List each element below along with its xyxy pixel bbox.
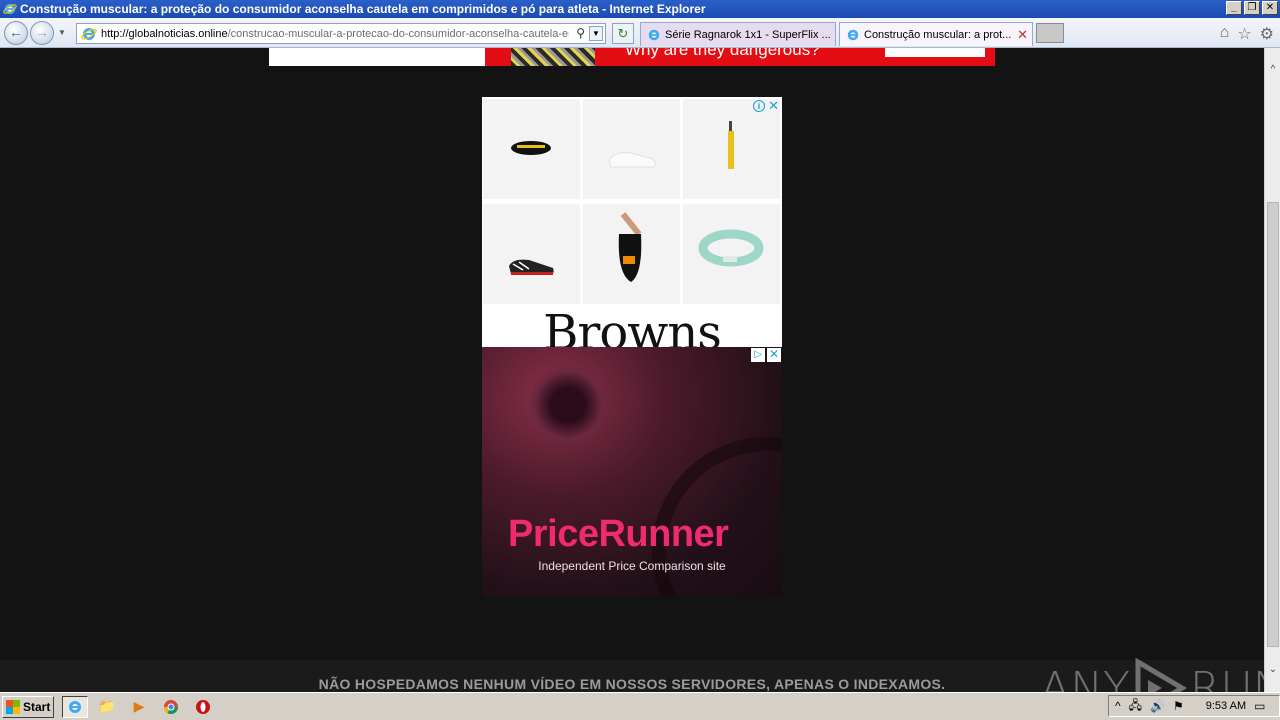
arrow-left-icon: ← bbox=[9, 24, 23, 40]
camera-lens-graphic bbox=[528, 365, 608, 445]
ad-brand-logo: PriceRunner bbox=[508, 513, 729, 555]
vertical-scrollbar[interactable]: ^ ⌄ bbox=[1264, 48, 1280, 692]
close-ad-icon[interactable]: ✕ bbox=[767, 348, 781, 362]
network-icon[interactable]: 🖧 bbox=[1129, 696, 1142, 717]
action-center-flag-icon[interactable]: ⚑ bbox=[1173, 699, 1184, 713]
tab-ie-icon bbox=[648, 29, 660, 40]
history-dropdown-icon[interactable]: ▼ bbox=[58, 28, 66, 37]
taskbar-ie-button[interactable] bbox=[62, 695, 88, 718]
ad-brand-logo: Browns bbox=[543, 305, 722, 347]
url-text[interactable]: http://globalnoticias.online/construcao-… bbox=[101, 28, 569, 40]
white-sneaker-image bbox=[608, 152, 656, 168]
browser-navbar: ← → ▼ http://globalnoticias.online/const… bbox=[0, 18, 1280, 48]
product-tile[interactable] bbox=[483, 99, 580, 199]
folder-icon: 📁 bbox=[98, 698, 116, 714]
refresh-icon: ↻ bbox=[617, 26, 629, 41]
windows-logo-icon bbox=[6, 699, 20, 714]
play-triangle-icon bbox=[1135, 658, 1187, 692]
start-label: Start bbox=[23, 699, 51, 714]
browser-tools: ⌂ ☆ ⚙ bbox=[1220, 24, 1274, 44]
chrome-icon bbox=[164, 699, 178, 714]
ad-tagline: Independent Price Comparison site bbox=[538, 559, 726, 573]
adchoices-icon[interactable]: ▷ bbox=[751, 348, 765, 362]
windows-taskbar: Start 📁 ▶ ^ 🖧 🔊 ⚑ 9:53 AM ▭ bbox=[0, 692, 1280, 720]
arrow-right-icon: → bbox=[35, 24, 49, 40]
gear-icon[interactable]: ⚙ bbox=[1260, 24, 1274, 44]
taskbar-opera-button[interactable] bbox=[190, 696, 216, 718]
tab-label: Construção muscular: a prot... bbox=[864, 28, 1012, 41]
taskbar-chrome-button[interactable] bbox=[158, 696, 184, 718]
show-hidden-icons-icon[interactable]: ^ bbox=[1115, 699, 1121, 713]
forward-button[interactable]: → bbox=[30, 21, 54, 45]
page-ie-icon bbox=[81, 27, 97, 40]
black-sneaker-image bbox=[509, 259, 554, 275]
start-button[interactable]: Start bbox=[2, 695, 54, 718]
browns-ad[interactable]: i ✕ Browns bbox=[482, 97, 782, 347]
tab-superflix[interactable]: Série Ragnarok 1x1 - SuperFlix ... bbox=[640, 22, 836, 46]
product-tile[interactable] bbox=[683, 99, 780, 199]
url-path: /construcao-muscular-a-protecao-do-consu… bbox=[227, 27, 569, 40]
black-crossbody-bag-image bbox=[618, 212, 642, 282]
product-tile[interactable] bbox=[583, 99, 680, 199]
top-ad-banner[interactable]: Why are they dangerous? bbox=[269, 48, 995, 66]
product-tile[interactable] bbox=[683, 204, 780, 304]
taskbar-media-player-button[interactable]: ▶ bbox=[126, 696, 152, 718]
clock[interactable]: 9:53 AM bbox=[1206, 700, 1246, 712]
close-tab-icon[interactable]: ✕ bbox=[1017, 27, 1028, 43]
close-ad-icon[interactable]: ✕ bbox=[768, 98, 779, 114]
back-button[interactable]: ← bbox=[4, 21, 28, 45]
internet-explorer-icon bbox=[69, 700, 81, 713]
scrollbar-thumb[interactable] bbox=[1267, 202, 1279, 647]
web-page: Why are they dangerous? i ✕ Browns ▷ ✕ P… bbox=[0, 48, 1264, 692]
belt-bag-image bbox=[511, 141, 551, 155]
tab-construcao-muscular[interactable]: Construção muscular: a prot... ✕ bbox=[839, 22, 1033, 46]
show-desktop-icon[interactable]: ▭ bbox=[1254, 699, 1265, 713]
scroll-down-icon[interactable]: ⌄ bbox=[1265, 662, 1280, 678]
banner-thumbnail bbox=[511, 48, 595, 66]
opera-icon bbox=[196, 699, 210, 714]
restore-button[interactable]: ❐ bbox=[1244, 1, 1260, 15]
banner-headline: Why are they dangerous? bbox=[625, 48, 820, 59]
media-player-icon: ▶ bbox=[133, 698, 145, 714]
address-dropdown-icon[interactable]: ▼ bbox=[589, 26, 603, 41]
window-controls: _ ❐ ✕ bbox=[1226, 1, 1278, 15]
ad-info-icon[interactable]: i bbox=[753, 100, 765, 112]
watermark-right-text: RUN bbox=[1189, 662, 1264, 693]
taskbar-explorer-button[interactable]: 📁 bbox=[94, 696, 120, 718]
product-tile[interactable] bbox=[483, 204, 580, 304]
url-domain: http://globalnoticias.online bbox=[101, 27, 228, 40]
tab-ie-icon bbox=[847, 29, 859, 40]
favorites-star-icon[interactable]: ☆ bbox=[1237, 24, 1251, 44]
pricerunner-ad[interactable]: ▷ ✕ PriceRunner Independent Price Compar… bbox=[482, 347, 782, 597]
close-window-button[interactable]: ✕ bbox=[1262, 1, 1278, 15]
banner-cta-button[interactable] bbox=[885, 48, 985, 57]
address-bar[interactable]: http://globalnoticias.online/construcao-… bbox=[76, 23, 606, 44]
minimize-button[interactable]: _ bbox=[1226, 1, 1242, 15]
mint-belt-image bbox=[698, 229, 764, 267]
search-icon[interactable]: ⚲ bbox=[576, 26, 585, 40]
home-icon[interactable]: ⌂ bbox=[1220, 24, 1230, 44]
yellow-keychain-image bbox=[728, 121, 734, 169]
volume-icon[interactable]: 🔊 bbox=[1150, 699, 1165, 713]
system-tray: ^ 🖧 🔊 ⚑ 9:53 AM ▭ bbox=[1108, 695, 1280, 717]
scroll-up-icon[interactable]: ^ bbox=[1265, 62, 1280, 78]
internet-explorer-icon bbox=[3, 3, 17, 15]
window-titlebar: Construção muscular: a proteção do consu… bbox=[0, 0, 1280, 18]
product-tile[interactable] bbox=[583, 204, 680, 304]
tab-label: Série Ragnarok 1x1 - SuperFlix ... bbox=[665, 28, 831, 41]
anyrun-watermark: ANY RUN bbox=[1040, 658, 1264, 692]
refresh-button[interactable]: ↻ bbox=[612, 23, 634, 44]
new-tab-button[interactable] bbox=[1036, 23, 1064, 43]
window-title: Construção muscular: a proteção do consu… bbox=[20, 2, 706, 16]
watermark-left-text: ANY bbox=[1040, 662, 1130, 693]
